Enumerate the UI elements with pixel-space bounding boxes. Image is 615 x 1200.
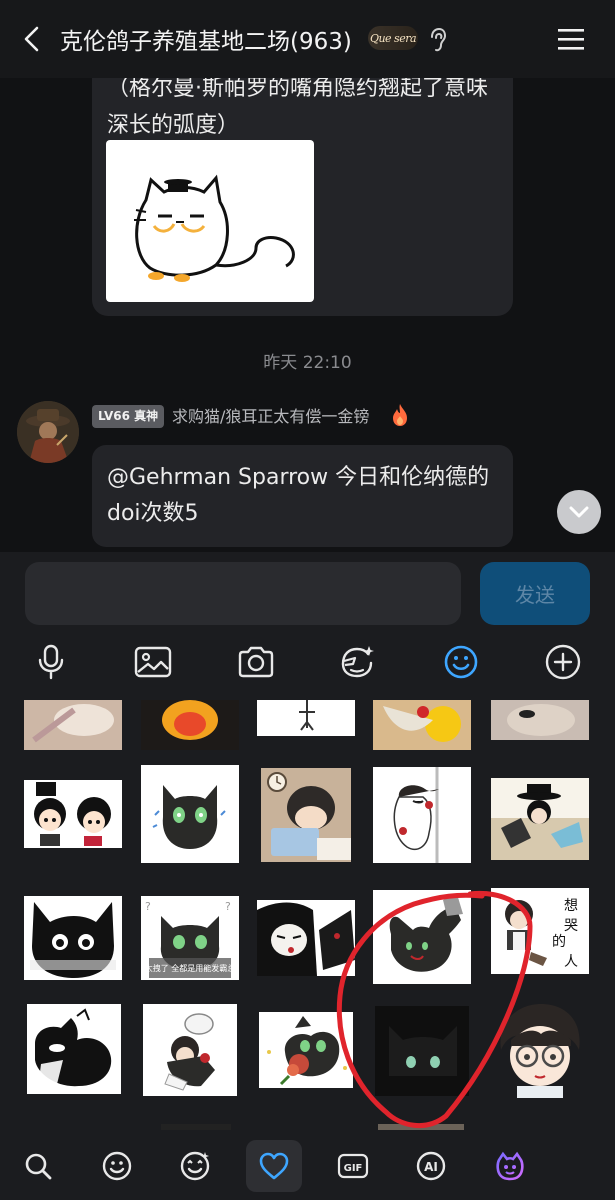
highlight-circle — [336, 890, 533, 1129]
chat-header: 克伦鸽子养殖基地二场(963) Que sera — [0, 0, 615, 78]
level-badge: LV66 真神 — [92, 405, 165, 428]
chat-screen: 克伦鸽子养殖基地二场(963) Que sera （格尔曼·斯帕罗的嘴角隐约翘起… — [0, 0, 615, 1200]
emoji-icon[interactable] — [441, 640, 481, 684]
sticker-caption: 太拽了 全都是用能发霸总 — [145, 963, 236, 973]
sticker-item[interactable] — [141, 700, 239, 750]
sticker-item[interactable] — [373, 700, 471, 750]
input-toolbar — [0, 640, 615, 685]
menu-icon[interactable] — [556, 26, 586, 52]
emoji-icon[interactable] — [89, 1140, 145, 1192]
creature-icon[interactable] — [482, 1140, 538, 1192]
message-text: @Gehrman Sparrow 今日和伦纳德的doi次数5 — [107, 465, 490, 526]
sticker-grid[interactable]: ?? 太拽了 全都是用能发霸总 想哭的人 — [0, 700, 615, 1130]
magic-emoji-icon[interactable] — [167, 1140, 223, 1192]
sticker-item[interactable] — [261, 768, 351, 862]
message-input[interactable] — [25, 562, 461, 625]
fire-icon — [393, 404, 407, 426]
sticker-item[interactable] — [143, 1004, 237, 1096]
sticker-item[interactable] — [491, 778, 589, 860]
svg-text:?: ? — [225, 900, 231, 913]
message-text: （格尔曼·斯帕罗的嘴角隐约翘起了意味深长的弧度） — [107, 78, 488, 138]
send-button[interactable]: 发送 — [480, 562, 590, 625]
sticker-caption-1: 想 — [564, 898, 578, 914]
avatar[interactable] — [17, 401, 79, 463]
sticker-face-icon[interactable] — [337, 640, 377, 684]
gif-icon-glyph: GIF — [344, 1163, 363, 1174]
search-icon[interactable] — [10, 1140, 66, 1192]
sticker-item[interactable] — [24, 700, 122, 750]
sticker-caption-4: 人 — [564, 954, 578, 970]
sticker-item[interactable] — [491, 700, 589, 740]
timestamp: 昨天 22:10 — [263, 353, 352, 373]
camera-icon[interactable] — [236, 640, 276, 684]
group-badge: Que sera — [368, 26, 418, 50]
sticker-item[interactable] — [373, 767, 471, 863]
sticker-caption-3: 的 — [552, 934, 566, 950]
gif-icon[interactable]: GIF — [325, 1140, 381, 1192]
scroll-to-bottom-button[interactable] — [557, 490, 601, 534]
sticker-item[interactable] — [24, 780, 122, 848]
sticker-item[interactable] — [257, 700, 355, 736]
sticker-item[interactable] — [161, 1124, 231, 1130]
microphone-icon[interactable] — [31, 640, 71, 684]
message-list[interactable]: （格尔曼·斯帕罗的嘴角隐约翘起了意味深长的弧度） 昨天 22:10 LV66 真… — [0, 78, 615, 552]
sticker-item[interactable] — [27, 1004, 121, 1094]
sticker-item[interactable] — [24, 896, 122, 980]
sticker-caption-2: 哭 — [564, 918, 578, 934]
sticker-category-tabs: GIF AI — [0, 1134, 615, 1200]
cat-sticker-image[interactable] — [106, 140, 314, 302]
sender-name[interactable]: 求购猫/狼耳正太有偿一金镑 — [172, 405, 369, 428]
chevron-down-icon — [569, 506, 589, 518]
input-panel: 发送 ? ? 太拽了 全都是用能发霸总 想 哭 的 人 GIF AI — [0, 552, 615, 1200]
ai-icon-glyph: AI — [424, 1160, 438, 1174]
ai-icon[interactable]: AI — [403, 1140, 459, 1192]
sticker-item[interactable] — [141, 765, 239, 863]
back-icon[interactable] — [18, 24, 48, 54]
sticker-item[interactable]: ?? 太拽了 全都是用能发霸总 — [141, 896, 239, 980]
ear-icon[interactable] — [428, 26, 448, 54]
svg-text:?: ? — [145, 900, 151, 913]
favorites-heart-icon[interactable] — [246, 1140, 302, 1192]
plus-icon[interactable] — [543, 640, 583, 684]
group-title[interactable]: 克伦鸽子养殖基地二场(963) — [60, 22, 352, 56]
image-icon[interactable] — [133, 640, 173, 684]
